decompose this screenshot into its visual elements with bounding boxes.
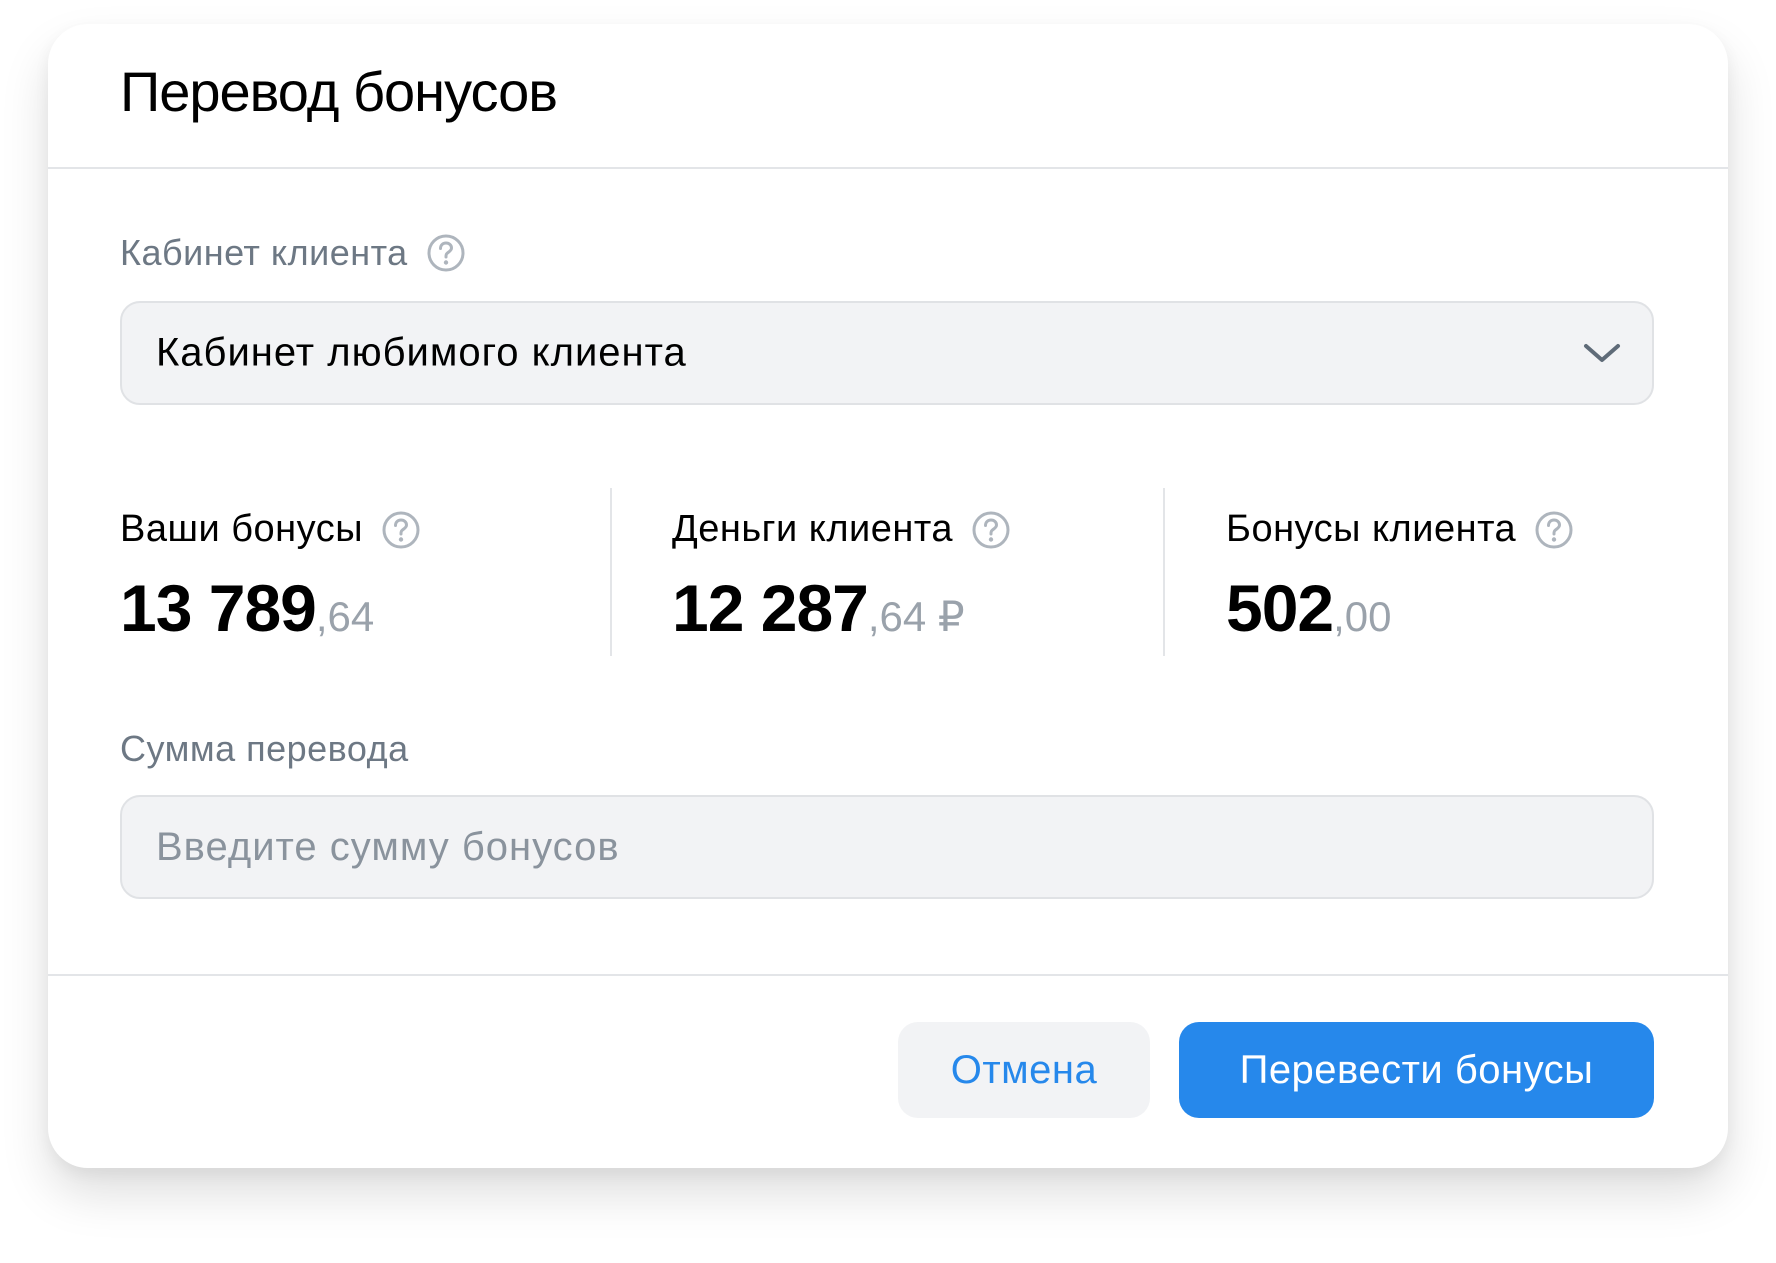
stat-divider <box>1163 488 1165 656</box>
stat-divider <box>610 488 612 656</box>
stat-value: 12 287,64 ₽ <box>672 570 965 646</box>
cabinet-label-row: Кабинет клиента <box>120 232 466 274</box>
dialog-header: Перевод бонусов <box>48 24 1728 169</box>
stat-label-row: Бонусы клиента <box>1226 508 1574 551</box>
amount-label: Сумма перевода <box>120 728 409 769</box>
stat-label: Деньги клиента <box>672 508 953 550</box>
stat-label: Ваши бонусы <box>120 508 364 550</box>
help-circle-icon[interactable] <box>381 510 421 550</box>
transfer-bonuses-dialog: Перевод бонусов Кабинет клиента Кабинет … <box>48 24 1728 1168</box>
footer-divider <box>48 974 1728 976</box>
help-circle-icon[interactable] <box>971 510 1011 550</box>
cabinet-select-value: Кабинет любимого клиента <box>156 330 687 375</box>
stat-value-fraction: ,00 <box>1333 593 1392 640</box>
stat-value-fraction: ,64 ₽ <box>867 593 965 640</box>
dialog-title: Перевод бонусов <box>120 60 558 123</box>
stat-value: 13 789,64 <box>120 570 374 646</box>
amount-input[interactable] <box>120 795 1654 899</box>
cancel-button[interactable]: Отмена <box>898 1022 1150 1118</box>
transfer-bonuses-button[interactable]: Перевести бонусы <box>1179 1022 1654 1118</box>
stat-label-row: Ваши бонусы <box>120 508 421 551</box>
amount-label-row: Сумма перевода <box>120 728 409 770</box>
stats-row: Ваши бонусы 13 789,64 Деньги клиента 12 … <box>120 488 1654 656</box>
stat-value-integer: 13 789 <box>120 571 317 645</box>
stat-label: Бонусы клиента <box>1226 508 1517 550</box>
chevron-down-icon <box>1584 344 1620 362</box>
stat-value-fraction: ,64 <box>315 593 375 640</box>
help-circle-icon[interactable] <box>1534 510 1574 550</box>
stat-value: 502,00 <box>1226 570 1392 646</box>
stat-value-integer: 12 287 <box>672 571 869 645</box>
cabinet-select[interactable]: Кабинет любимого клиента <box>120 301 1654 405</box>
stat-label-row: Деньги клиента <box>672 508 1011 551</box>
stat-value-integer: 502 <box>1226 571 1334 645</box>
help-circle-icon[interactable] <box>426 233 466 273</box>
cabinet-label: Кабинет клиента <box>120 232 408 273</box>
